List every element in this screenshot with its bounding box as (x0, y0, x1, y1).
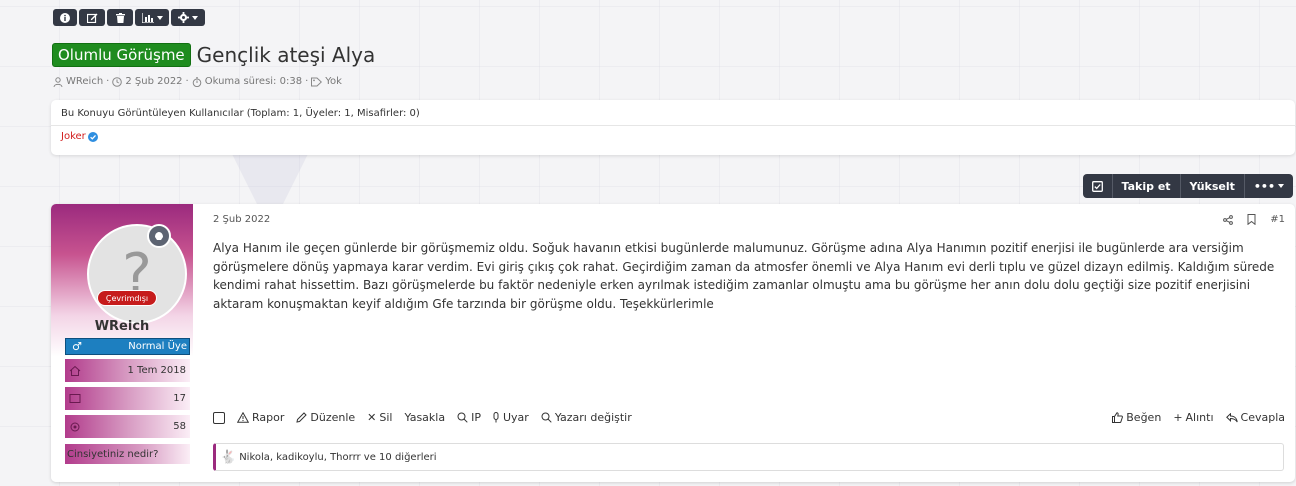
divider (51, 125, 1295, 126)
status-badge: Çevrimdışı (97, 290, 157, 306)
trophy-icon (70, 422, 80, 431)
clock-icon (112, 76, 123, 87)
bump-button[interactable]: Yükselt (1179, 174, 1244, 198)
warn-link[interactable]: Uyar (493, 411, 529, 424)
gear-icon[interactable] (171, 9, 205, 26)
thread-actions-bar: Takip et Yükselt ••• (1082, 174, 1293, 198)
edit-link[interactable]: Düzenle (296, 411, 355, 424)
follow-button[interactable]: Takip et (1111, 174, 1180, 198)
info-icon[interactable] (53, 9, 77, 26)
message-icon (69, 393, 81, 403)
verified-icon (87, 131, 98, 142)
user-custom-field: Cinsiyetiniz nedir? (65, 444, 190, 464)
post-user-panel: ? Çevrimdışı WReich ♂ Normal Üye 1 Tem 2… (51, 204, 193, 482)
user-stat-points: 58 (65, 415, 190, 438)
reply-button[interactable]: Cevapla (1225, 411, 1285, 424)
user-stat-messages: 17 (65, 387, 190, 410)
pencil-icon (296, 412, 308, 423)
reply-icon (1225, 412, 1238, 422)
close-icon: ✕ (367, 411, 377, 424)
viewer-user[interactable]: Joker (61, 131, 1285, 142)
plus-icon: + (1173, 411, 1183, 424)
bookmark-icon[interactable] (1247, 214, 1256, 225)
thread-prefix-badge[interactable]: Olumlu Görüşme (52, 43, 191, 67)
edit-icon[interactable] (79, 9, 105, 26)
watch-checkbox-icon[interactable] (1083, 174, 1112, 198)
trash-icon[interactable] (107, 9, 133, 26)
home-icon (69, 365, 81, 376)
avatar[interactable]: ? (87, 224, 187, 324)
stopwatch-icon (192, 76, 202, 87)
search-icon (457, 412, 468, 423)
thread-viewers-block: Bu Konuyu Görüntüleyen Kullanıcılar (Top… (51, 100, 1295, 155)
user-badge-icon (147, 224, 171, 248)
thread-author[interactable]: WReich (66, 76, 103, 87)
thumbs-up-icon (1112, 412, 1124, 423)
reactions-summary[interactable]: Nikola, kadikoylu, Thorrr ve 10 diğerler… (239, 452, 436, 463)
post-username[interactable]: WReich (51, 319, 193, 334)
ip-link[interactable]: IP (457, 411, 481, 424)
search-icon (541, 412, 552, 423)
delete-link[interactable]: ✕ Sil (367, 411, 392, 424)
quote-button[interactable]: + Alıntı (1173, 411, 1213, 424)
chart-icon[interactable] (135, 9, 169, 26)
user-role-banner: ♂ Normal Üye (65, 338, 190, 355)
post-number[interactable]: #1 (1270, 214, 1285, 225)
viewers-title: Bu Konuyu Görüntüleyen Kullanıcılar (Top… (61, 108, 420, 119)
thread-title: Gençlik ateşi Alya (196, 43, 376, 67)
more-icon: ••• (1253, 179, 1275, 193)
joined-date: 1 Tem 2018 (127, 365, 186, 376)
tag-icon (311, 77, 323, 86)
read-time: Okuma süresi: 0:38 (204, 76, 303, 87)
post-footer: Rapor Düzenle ✕ Sil Yasakla IP Uyar Yaza (213, 411, 1285, 424)
like-button[interactable]: Beğen (1112, 411, 1161, 424)
user-icon (53, 76, 63, 87)
reactions-bar[interactable]: 🐇 Nikola, kadikoylu, Thorrr ve 10 diğerl… (213, 443, 1284, 471)
user-role: Normal Üye (128, 341, 187, 352)
reaction-icon: 🐇 (220, 449, 237, 465)
warning-icon (237, 412, 249, 423)
thread-title-row: Olumlu Görüşme Gençlik ateşi Alya (52, 43, 375, 67)
report-link[interactable]: Rapor (237, 411, 284, 424)
thread-tools-toolbar (53, 9, 205, 26)
thread-tags: Yok (325, 76, 342, 87)
user-stat-joined: 1 Tem 2018 (65, 359, 190, 382)
more-menu-button[interactable]: ••• (1243, 174, 1293, 198)
chevron-down-icon (1278, 184, 1284, 188)
gender-icon: ♂ (72, 340, 82, 353)
flag-icon (493, 412, 499, 423)
ban-link[interactable]: Yasakla (405, 411, 446, 424)
message-count: 17 (173, 393, 186, 404)
post-date[interactable]: 2 Şub 2022 (213, 214, 270, 225)
points-count: 58 (173, 421, 186, 432)
thread-meta: WReich · 2 Şub 2022 · Okuma süresi: 0:38… (53, 76, 342, 87)
share-icon[interactable] (1223, 214, 1234, 225)
post-tools: #1 (1223, 214, 1285, 225)
change-author-link[interactable]: Yazarı değiştir (541, 411, 632, 424)
post-message: ? Çevrimdışı WReich ♂ Normal Üye 1 Tem 2… (51, 204, 1295, 482)
viewer-username[interactable]: Joker (61, 131, 86, 142)
thread-date[interactable]: 2 Şub 2022 (125, 76, 182, 87)
select-checkbox[interactable] (213, 411, 225, 424)
post-body: Alya Hanım ile geçen günlerde bir görüşm… (213, 241, 1275, 311)
